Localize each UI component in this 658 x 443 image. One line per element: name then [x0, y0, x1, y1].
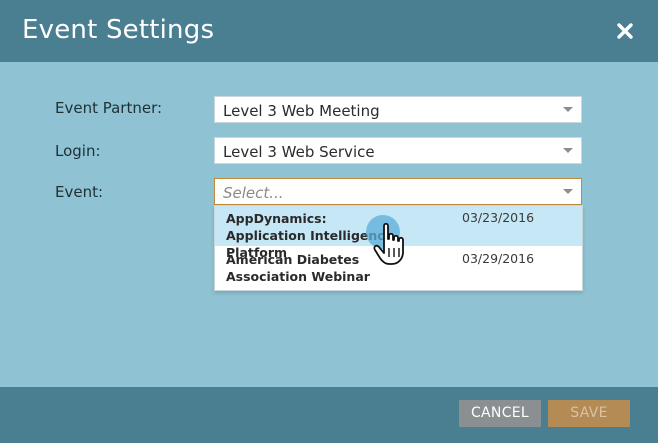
event-option-name: American Diabetes Association Webinar [226, 252, 370, 284]
close-icon [617, 23, 633, 39]
event-select-placeholder: Select... [223, 184, 284, 202]
event-settings-dialog: Event Settings Event Partner: Level 3 We… [0, 0, 658, 443]
close-button[interactable] [616, 22, 636, 42]
event-option[interactable]: American Diabetes Association Webinar 03… [215, 247, 582, 287]
save-button[interactable]: SAVE [548, 400, 630, 427]
chevron-down-icon [563, 189, 573, 194]
dialog-header: Event Settings [0, 0, 658, 62]
chevron-down-icon [563, 107, 573, 112]
login-select[interactable]: Level 3 Web Service [214, 137, 582, 164]
event-option-date: 03/23/2016 [462, 210, 535, 225]
event-partner-label: Event Partner: [55, 99, 163, 117]
login-value: Level 3 Web Service [223, 143, 375, 161]
chevron-down-icon [563, 148, 573, 153]
dialog-footer: CANCEL SAVE [0, 387, 658, 443]
event-select[interactable]: Select... [214, 178, 582, 205]
dialog-title: Event Settings [22, 15, 215, 45]
event-dropdown-list: AppDynamics: Application Intelligence Pl… [214, 205, 583, 291]
event-option[interactable]: AppDynamics: Application Intelligence Pl… [215, 206, 582, 260]
event-label: Event: [55, 183, 104, 201]
cancel-button[interactable]: CANCEL [459, 400, 541, 427]
login-label: Login: [55, 142, 101, 160]
event-option-date: 03/29/2016 [462, 251, 535, 266]
event-partner-value: Level 3 Web Meeting [223, 102, 380, 120]
event-partner-select[interactable]: Level 3 Web Meeting [214, 96, 582, 123]
